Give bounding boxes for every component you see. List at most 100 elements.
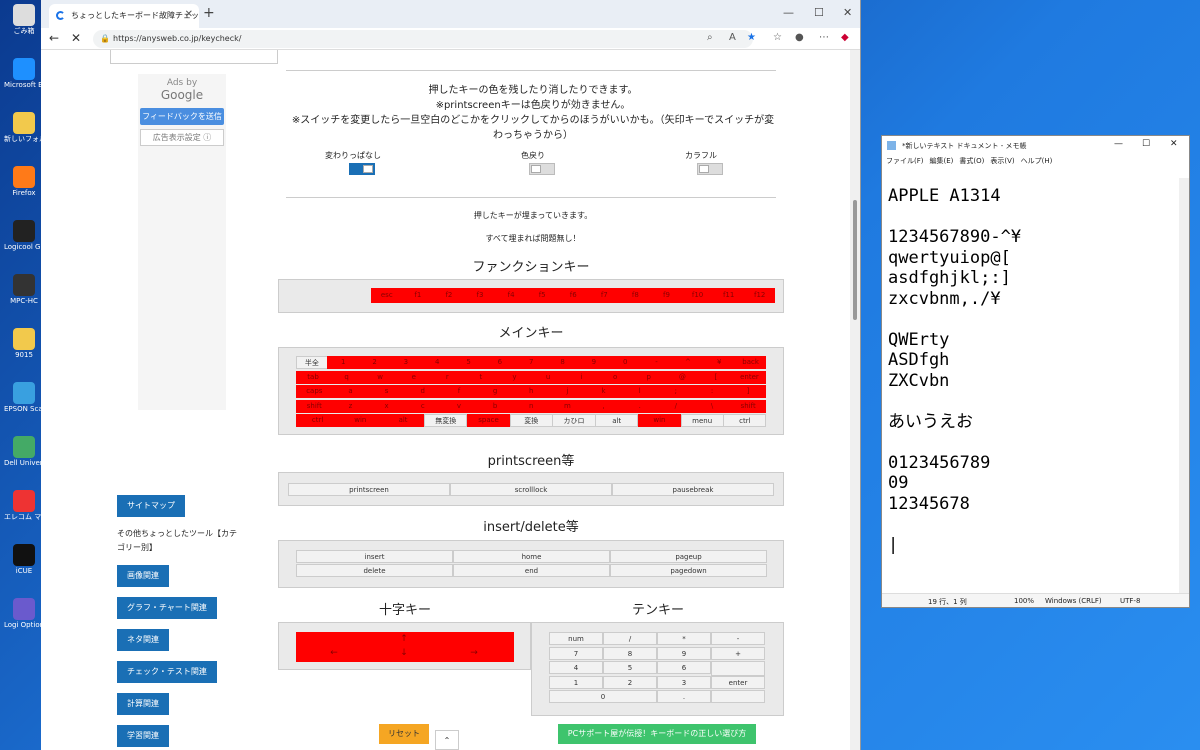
main-key[interactable]: b (476, 399, 514, 413)
pc-support-link[interactable]: PCサポート屋が伝授！キーボードの正しい選び方 (558, 724, 756, 744)
function-key[interactable]: f2 (433, 288, 465, 303)
function-key[interactable]: f11 (712, 288, 745, 303)
main-key[interactable]: y (497, 370, 532, 384)
switch-toggle[interactable] (697, 163, 723, 175)
function-key[interactable]: f3 (464, 288, 496, 303)
print-key[interactable]: pausebreak (612, 483, 774, 496)
desktop-icon[interactable]: 新しいフォルダー (4, 112, 44, 144)
main-key[interactable]: p (631, 370, 666, 384)
tenkey-key[interactable]: num (549, 632, 603, 645)
main-key[interactable]: back (734, 356, 767, 369)
main-key[interactable]: ¥ (703, 356, 736, 369)
category-button[interactable]: 計算関連 (117, 693, 169, 715)
insert-key[interactable]: insert (296, 550, 453, 563)
insert-key[interactable]: home (453, 550, 610, 563)
main-key[interactable]: 5 (452, 356, 485, 369)
insert-key[interactable]: end (453, 564, 610, 577)
main-key[interactable]: v (440, 399, 478, 413)
main-key[interactable]: m (549, 399, 586, 413)
category-button[interactable]: ネタ関連 (117, 629, 169, 651)
main-key[interactable]: 7 (515, 356, 548, 369)
main-key[interactable]: r (430, 370, 465, 384)
print-key[interactable]: printscreen (288, 483, 450, 496)
favorites-icon[interactable]: ☆ (773, 32, 782, 43)
tenkey-key[interactable]: 1 (549, 675, 603, 689)
main-key[interactable]: enter (732, 370, 767, 384)
main-key[interactable]: alt (595, 414, 639, 427)
main-key[interactable]: win (637, 414, 682, 427)
function-key[interactable]: f10 (681, 288, 714, 303)
main-key[interactable]: n (512, 399, 550, 413)
tenkey-key[interactable]: 0 (549, 690, 657, 704)
main-key[interactable]: ^ (672, 356, 704, 369)
main-key[interactable]: ctrl (723, 414, 767, 427)
category-button[interactable]: チェック・テスト関連 (117, 661, 217, 683)
browser-tab[interactable]: ちょっとしたキーボード故障チェック・テスト ✕ (49, 4, 199, 28)
tenkey-key[interactable]: 5 (603, 661, 657, 675)
desktop-icon[interactable]: Firefox (4, 166, 44, 198)
main-key[interactable]: f (440, 385, 478, 398)
sitemap-button[interactable]: サイトマップ (117, 495, 185, 517)
page-scrollbar[interactable] (850, 50, 860, 750)
tenkey-key[interactable]: + (711, 646, 765, 660)
tenkey-key[interactable]: 8 (603, 646, 657, 660)
main-key[interactable]: 4 (421, 356, 454, 369)
insert-key[interactable]: pagedown (610, 564, 767, 577)
tenkey-key[interactable]: - (711, 632, 765, 645)
read-aloud-icon[interactable]: A (729, 32, 736, 43)
desktop-icon[interactable]: エレコム マウスアシスタント (4, 490, 44, 522)
desktop-icon[interactable]: ごみ箱 (4, 4, 44, 36)
more-icon[interactable]: ⋯ (819, 32, 829, 43)
function-key[interactable]: f7 (588, 288, 621, 303)
main-key[interactable]: 変換 (509, 414, 553, 427)
main-key[interactable]: , (585, 399, 622, 413)
function-key[interactable]: esc (371, 288, 403, 303)
main-key[interactable]: q (329, 370, 364, 384)
back-icon[interactable]: ← (49, 31, 59, 45)
main-key[interactable]: alt (381, 414, 425, 427)
main-key[interactable]: 6 (484, 356, 516, 369)
tenkey-key[interactable]: 2 (603, 675, 657, 689)
maximize-button[interactable]: ☐ (814, 6, 824, 19)
menu-item[interactable]: ヘルプ(H) (1021, 157, 1053, 165)
main-key[interactable]: \ (693, 399, 731, 413)
main-key[interactable]: 2 (358, 356, 391, 369)
desktop-icon[interactable]: Microsoft Edge (4, 58, 44, 90)
notepad-scrollbar[interactable] (1179, 178, 1189, 594)
main-key[interactable]: j (549, 385, 586, 398)
main-key[interactable]: z (332, 399, 369, 413)
main-key[interactable]: c (404, 399, 442, 413)
tenkey-key[interactable]: enter (711, 675, 765, 689)
desktop-icon[interactable]: 9015 (4, 328, 44, 360)
main-key[interactable]: e (396, 370, 431, 384)
main-key[interactable]: g (476, 385, 514, 398)
np-minimize-button[interactable]: — (1114, 139, 1123, 149)
arrow-key[interactable]: ↑ (394, 633, 414, 646)
insert-key[interactable]: pageup (610, 550, 767, 563)
minimize-button[interactable]: — (783, 6, 794, 19)
main-key[interactable]: tab (296, 370, 331, 384)
tenkey-key[interactable]: 3 (657, 675, 711, 689)
main-key[interactable]: 3 (390, 356, 422, 369)
arrow-key[interactable]: → (464, 647, 484, 660)
switch-toggle[interactable] (529, 163, 555, 175)
main-key[interactable]: w (363, 370, 398, 384)
np-close-button[interactable]: ✕ (1170, 139, 1178, 149)
insert-key[interactable]: delete (296, 564, 453, 577)
function-key[interactable]: f12 (743, 288, 776, 303)
main-key[interactable]: l (621, 385, 659, 398)
main-key[interactable]: ] (729, 385, 767, 398)
main-key[interactable]: 半全 (296, 356, 328, 369)
scroll-top-icon[interactable]: ⌃ (435, 730, 459, 750)
main-key[interactable]: ; (657, 385, 695, 398)
menu-item[interactable]: 編集(E) (930, 157, 954, 165)
profile-icon[interactable]: ● (795, 32, 804, 43)
main-key[interactable]: h (512, 385, 550, 398)
main-key[interactable]: [ (698, 370, 733, 384)
scrollbar-thumb[interactable] (853, 200, 857, 320)
main-key[interactable]: @ (665, 370, 700, 384)
main-key[interactable]: : (693, 385, 731, 398)
main-key[interactable]: d (404, 385, 442, 398)
main-key[interactable]: x (368, 399, 405, 413)
main-key[interactable]: menu (680, 414, 724, 427)
